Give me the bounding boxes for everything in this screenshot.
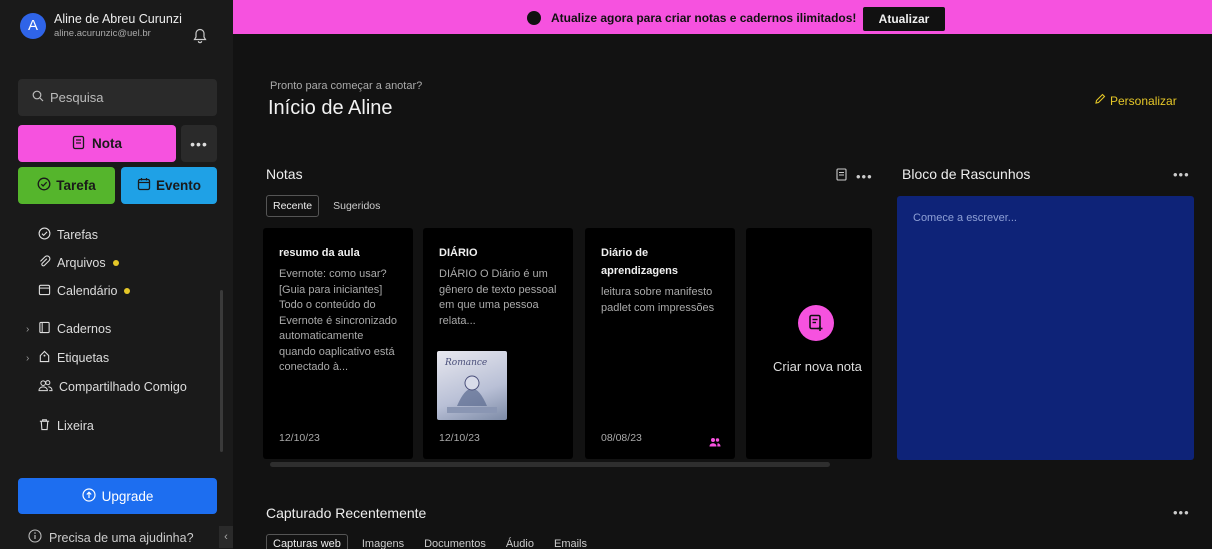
- new-task-label: Tarefa: [56, 178, 96, 193]
- sidebar-item-label: Tarefas: [57, 228, 98, 242]
- collapse-sidebar-button[interactable]: ‹: [219, 526, 233, 548]
- shared-people-icon: [709, 434, 721, 452]
- tag-icon: [38, 350, 57, 366]
- sidebar-item-label: Etiquetas: [57, 351, 110, 365]
- chevron-right-icon[interactable]: ›: [26, 324, 29, 335]
- sidebar-item-label: Calendário: [57, 284, 118, 298]
- banner-upgrade-button[interactable]: Atualizar: [863, 7, 945, 31]
- scratch-pad-title: Bloco de Rascunhos: [902, 166, 1031, 182]
- sidebar: A Aline de Abreu Curunzi aline.acurunzic…: [0, 0, 233, 549]
- sidebar-item-files[interactable]: Arquivos: [38, 255, 119, 271]
- note-date: 08/08/23: [601, 432, 642, 444]
- tab-suggested[interactable]: Sugeridos: [327, 196, 386, 216]
- note-thumbnail-image: Romance: [437, 351, 507, 420]
- sidebar-item-label: Cadernos: [57, 322, 112, 336]
- notes-widget-title: Notas: [266, 166, 303, 182]
- notes-more-button[interactable]: •••: [856, 169, 873, 184]
- tab-images[interactable]: Imagens: [356, 535, 410, 549]
- banner-message: Atualize agora para criar notas e cadern…: [551, 11, 857, 25]
- account-menu[interactable]: A Aline de Abreu Curunzi aline.acurunzic…: [20, 12, 182, 39]
- calendar-icon: [137, 177, 156, 194]
- scratch-more-button[interactable]: •••: [1173, 167, 1190, 182]
- create-note-label: Criar nova nota: [773, 359, 862, 374]
- upgrade-icon: [81, 487, 102, 505]
- status-dot: [124, 288, 131, 294]
- sidebar-item-tags[interactable]: Etiquetas: [38, 350, 109, 366]
- create-note-card[interactable]: Criar nova nota: [746, 228, 872, 459]
- home-subtitle: Pronto para começar a anotar?: [270, 80, 423, 92]
- sidebar-item-label: Arquivos: [57, 256, 106, 270]
- note-snippet: leitura sobre manifesto padlet com impre…: [601, 286, 715, 314]
- captured-widget-title: Capturado Recentemente: [266, 505, 427, 521]
- check-circle-icon: [38, 227, 57, 243]
- info-icon: [527, 11, 541, 25]
- user-name: Aline de Abreu Curunzi: [54, 12, 182, 26]
- sidebar-item-label: Compartilhado Comigo: [59, 380, 187, 394]
- bell-icon[interactable]: [193, 28, 207, 49]
- new-event-label: Evento: [155, 178, 201, 193]
- chevron-left-icon: ‹: [224, 531, 228, 543]
- sidebar-item-trash[interactable]: Lixeira: [38, 418, 94, 434]
- note-title: resumo da aula: [279, 247, 360, 259]
- sidebar-item-tasks[interactable]: Tarefas: [38, 227, 98, 243]
- tab-recent[interactable]: Recente: [266, 195, 320, 217]
- upgrade-banner: Atualize agora para criar notas e cadern…: [233, 0, 1212, 34]
- customize-label: Personalizar: [1110, 93, 1177, 108]
- note-title: DIÁRIO: [439, 247, 478, 259]
- new-note-label: Nota: [92, 136, 122, 151]
- new-note-icon: [798, 305, 834, 341]
- sidebar-scrollbar[interactable]: [220, 290, 223, 452]
- tab-web-clips[interactable]: Capturas web: [266, 534, 348, 549]
- svg-text:Romance: Romance: [444, 358, 487, 368]
- notebook-icon: [38, 321, 57, 337]
- search-icon: [32, 90, 50, 105]
- help-label: Precisa de uma ajudinha?: [49, 530, 194, 545]
- new-note-icon[interactable]: [836, 168, 856, 184]
- sidebar-item-label: Lixeira: [57, 419, 94, 433]
- page-title: Início de Aline: [268, 97, 393, 119]
- notes-horizontal-scrollbar[interactable]: [270, 462, 830, 467]
- avatar[interactable]: A: [20, 12, 46, 39]
- paperclip-icon: [38, 255, 57, 271]
- calendar-icon: [38, 283, 57, 299]
- note-date: 12/10/23: [279, 432, 320, 444]
- status-dot: [112, 260, 119, 266]
- chevron-right-icon[interactable]: ›: [26, 353, 29, 364]
- help-link[interactable]: Precisa de uma ajudinha?: [28, 529, 194, 546]
- upgrade-label: Upgrade: [101, 488, 154, 504]
- note-date: 12/10/23: [439, 432, 480, 444]
- people-icon: [38, 379, 59, 395]
- note-card[interactable]: resumo da aula Evernote: como usar? [Gui…: [263, 228, 413, 459]
- note-icon: [72, 135, 92, 153]
- scratch-pad-input[interactable]: Comece a escrever...: [897, 196, 1194, 460]
- new-note-button[interactable]: Nota: [18, 125, 176, 162]
- note-card[interactable]: Diário de aprendizagens leitura sobre ma…: [585, 228, 735, 459]
- customize-button[interactable]: Personalizar: [1094, 93, 1177, 108]
- info-icon: [28, 529, 49, 546]
- search-placeholder: Pesquisa: [50, 90, 104, 105]
- trash-icon: [38, 418, 57, 434]
- note-snippet: Evernote: como usar? [Guia para iniciant…: [279, 268, 398, 373]
- note-card[interactable]: DIÁRIO DIÁRIO O Diário é um gênero de te…: [423, 228, 573, 459]
- user-email: aline.acurunzic@uel.br: [54, 28, 151, 39]
- scratch-placeholder: Comece a escrever...: [913, 212, 1017, 224]
- more-actions-button[interactable]: •••: [181, 125, 217, 162]
- new-event-button[interactable]: Evento: [121, 167, 217, 204]
- upgrade-button[interactable]: Upgrade: [18, 478, 217, 514]
- tab-emails[interactable]: Emails: [548, 535, 593, 549]
- note-title: Diário de aprendizagens: [601, 247, 679, 277]
- tab-documents[interactable]: Documentos: [418, 535, 492, 549]
- check-circle-icon: [37, 177, 56, 194]
- new-task-button[interactable]: Tarefa: [18, 167, 115, 204]
- sidebar-item-calendar[interactable]: Calendário: [38, 283, 131, 299]
- pencil-icon: [1094, 93, 1110, 108]
- note-snippet: DIÁRIO O Diário é um gênero de texto pes…: [439, 268, 557, 327]
- tab-audio[interactable]: Áudio: [500, 535, 540, 549]
- captured-more-button[interactable]: •••: [1173, 505, 1190, 520]
- sidebar-item-notebooks[interactable]: Cadernos: [38, 321, 111, 337]
- search-input[interactable]: Pesquisa: [18, 79, 217, 116]
- sidebar-item-shared[interactable]: Compartilhado Comigo: [38, 379, 187, 395]
